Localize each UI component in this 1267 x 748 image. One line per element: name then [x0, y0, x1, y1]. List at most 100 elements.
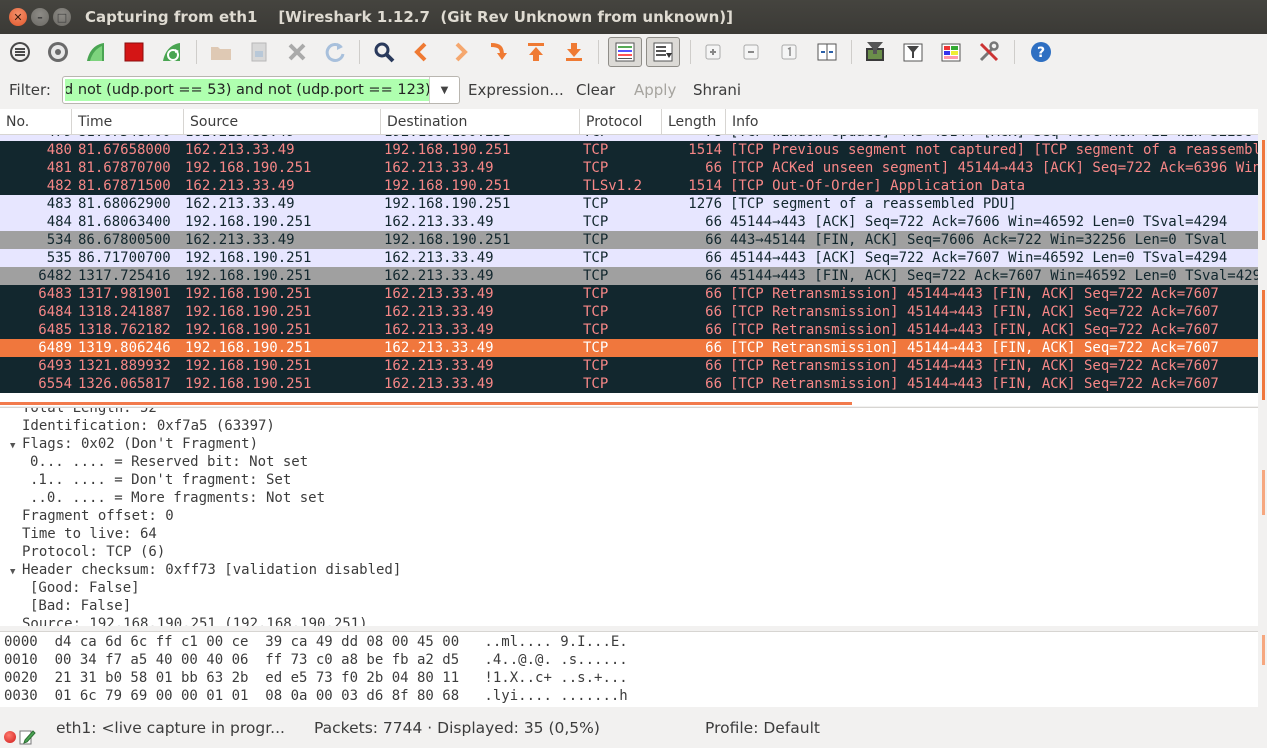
- autoscroll-icon[interactable]: [646, 37, 680, 67]
- packet-row[interactable]: 484 81.68063400 192.168.190.251 162.213.33.…: [0, 213, 1258, 231]
- cell-protocol: TCP: [583, 376, 609, 392]
- close-window-button[interactable]: ✕: [9, 8, 27, 26]
- packet-bytes[interactable]: 0000 d4 ca 6d 6c ff c1 00 ce 39 ca 49 dd…: [0, 631, 1258, 707]
- column-header-time[interactable]: Time: [72, 109, 184, 135]
- resize-columns-icon[interactable]: [814, 39, 840, 65]
- close-file-icon[interactable]: [284, 39, 310, 65]
- column-header-protocol[interactable]: Protocol: [580, 109, 662, 135]
- detail-line[interactable]: Identification: 0xf7a5 (63397): [22, 417, 275, 435]
- pane-separator[interactable]: [0, 402, 852, 405]
- packet-row[interactable]: 6554 1326.065817 192.168.190.251 162.213.33…: [0, 375, 1258, 393]
- detail-line[interactable]: Fragment offset: 0: [22, 507, 174, 525]
- packet-row[interactable]: 535 86.71700700 192.168.190.251 162.213.33.…: [0, 249, 1258, 267]
- cell-info: [TCP Retransmission] 45144→443 [FIN, ACK…: [730, 286, 1219, 302]
- filter-label: Filter:: [9, 81, 51, 99]
- filter-input[interactable]: [65, 79, 429, 101]
- detail-line[interactable]: [Good: False]: [30, 579, 140, 597]
- packet-row[interactable]: 482 81.67871500 162.213.33.49 192.168.190.2…: [0, 177, 1258, 195]
- hex-line[interactable]: 0020 21 31 b0 58 01 bb 63 2b ed e5 73 f0…: [4, 669, 628, 687]
- column-header-length[interactable]: Length: [662, 109, 726, 135]
- go-first-icon[interactable]: [523, 39, 549, 65]
- column-header-destination[interactable]: Destination: [381, 109, 580, 135]
- detail-line[interactable]: 0... .... = Reserved bit: Not set: [30, 453, 308, 471]
- expression-button[interactable]: Expression...: [468, 81, 564, 99]
- packet-row[interactable]: 6482 1317.725416 192.168.190.251 162.213.33…: [0, 267, 1258, 285]
- column-header-info[interactable]: Info: [726, 109, 1258, 135]
- packet-list-scroll-marker[interactable]: [1262, 290, 1265, 400]
- coloring-rules-icon[interactable]: [938, 39, 964, 65]
- edit-comment-icon[interactable]: [18, 728, 36, 746]
- go-last-icon[interactable]: [561, 39, 587, 65]
- cell-length: 66: [705, 376, 722, 392]
- minimize-window-button[interactable]: –: [31, 8, 49, 26]
- reload-icon[interactable]: [322, 39, 348, 65]
- zoom-out-icon[interactable]: [738, 39, 764, 65]
- capture-filters-icon[interactable]: [862, 39, 888, 65]
- packet-row[interactable]: 534 86.67800500 162.213.33.49 192.168.190.2…: [0, 231, 1258, 249]
- cell-destination: 162.213.33.49: [384, 304, 494, 320]
- detail-line[interactable]: Time to live: 64: [22, 525, 157, 543]
- packet-row[interactable]: 483 81.68062900 162.213.33.49 192.168.190.2…: [0, 195, 1258, 213]
- hex-line[interactable]: 0030 01 6c 79 69 00 00 01 01 08 0a 00 03…: [4, 687, 628, 705]
- detail-line[interactable]: Protocol: TCP (6): [22, 543, 165, 561]
- details-scroll-marker[interactable]: [1262, 470, 1265, 515]
- help-icon[interactable]: ?: [1028, 39, 1054, 65]
- cell-time: 1326.065817: [78, 376, 171, 392]
- cell-no: 535: [46, 250, 72, 266]
- detail-line[interactable]: Source: 192.168.190.251 (192.168.190.251…: [22, 615, 368, 626]
- detail-line[interactable]: ▼ Flags: 0x02 (Don't Fragment): [10, 435, 258, 453]
- start-capture-icon[interactable]: [83, 39, 109, 65]
- packet-row[interactable]: 6484 1318.241887 192.168.190.251 162.213.33…: [0, 303, 1258, 321]
- expand-toggle-icon[interactable]: ▼: [10, 437, 22, 455]
- detail-line[interactable]: ▼ Header checksum: 0xff73 [validation dis…: [10, 561, 401, 579]
- detail-text: Source: 192.168.190.251 (192.168.190.251…: [22, 616, 368, 626]
- packet-row[interactable]: 6489 1319.806246 192.168.190.251 162.213.33…: [0, 339, 1258, 357]
- detail-line[interactable]: .1.. .... = Don't fragment: Set: [30, 471, 291, 489]
- column-header-no[interactable]: No.: [0, 109, 72, 135]
- cell-time: 81.68062900: [78, 196, 171, 212]
- packet-row[interactable]: 6485 1318.762182 192.168.190.251 162.213.33…: [0, 321, 1258, 339]
- filter-combo[interactable]: ▼: [62, 76, 460, 104]
- normal-size-icon[interactable]: [776, 39, 802, 65]
- packet-details[interactable]: Total Length: 52 Identification: 0xf7a5 (…: [0, 407, 1258, 626]
- packet-row[interactable]: 6493 1321.889932 192.168.190.251 162.213.33…: [0, 357, 1258, 375]
- detail-line[interactable]: [Bad: False]: [30, 597, 131, 615]
- stop-capture-icon[interactable]: [121, 39, 147, 65]
- hex-line[interactable]: 0000 d4 ca 6d 6c ff c1 00 ce 39 ca 49 dd…: [4, 633, 628, 651]
- save-filter-button[interactable]: Shrani: [693, 81, 741, 99]
- hex-line[interactable]: 0010 00 34 f7 a5 40 00 40 06 ff 73 c0 a8…: [4, 651, 628, 669]
- clear-button[interactable]: Clear: [576, 81, 615, 99]
- hex-scroll-marker[interactable]: [1262, 635, 1265, 665]
- packet-row[interactable]: 480 81.67658000 162.213.33.49 192.168.190.2…: [0, 141, 1258, 159]
- preferences-icon[interactable]: [976, 39, 1002, 65]
- zoom-in-icon[interactable]: [700, 39, 726, 65]
- packet-row[interactable]: 6483 1317.981901 192.168.190.251 162.213.33…: [0, 285, 1258, 303]
- go-forward-icon[interactable]: [447, 39, 473, 65]
- column-header-source[interactable]: Source: [184, 109, 381, 135]
- display-filters-icon[interactable]: [900, 39, 926, 65]
- interfaces-icon[interactable]: [7, 39, 33, 65]
- packet-list-scroll-marker[interactable]: [1262, 140, 1265, 240]
- go-to-packet-icon[interactable]: [485, 39, 511, 65]
- apply-button[interactable]: Apply: [634, 81, 676, 99]
- maximize-window-button[interactable]: □: [53, 8, 71, 26]
- expand-toggle-icon[interactable]: ▼: [10, 563, 22, 581]
- find-packet-icon[interactable]: [371, 39, 397, 65]
- packet-row[interactable]: 481 81.67870700 192.168.190.251 162.213.33.…: [0, 159, 1258, 177]
- detail-line[interactable]: ..0. .... = More fragments: Not set: [30, 489, 325, 507]
- cell-destination: 162.213.33.49: [384, 322, 494, 338]
- options-icon[interactable]: [45, 39, 71, 65]
- open-file-icon[interactable]: [208, 39, 234, 65]
- capture-status-icon[interactable]: [4, 731, 16, 743]
- colorize-icon[interactable]: [608, 37, 642, 67]
- filter-dropdown-button[interactable]: ▼: [429, 77, 459, 103]
- detail-line[interactable]: Total Length: 52: [22, 408, 157, 417]
- cell-time: 81.68063400: [78, 214, 171, 230]
- profile-label[interactable]: Profile: Default: [705, 719, 820, 737]
- go-back-icon[interactable]: [409, 39, 435, 65]
- svg-text:?: ?: [1037, 45, 1045, 61]
- save-file-icon[interactable]: [246, 39, 272, 65]
- packet-rows: 47981.67548700162.213.33.49192.168.190.2…: [0, 135, 1258, 393]
- restart-capture-icon[interactable]: [159, 39, 185, 65]
- packet-list[interactable]: No. Time Source Destination Protocol Len…: [0, 109, 1258, 406]
